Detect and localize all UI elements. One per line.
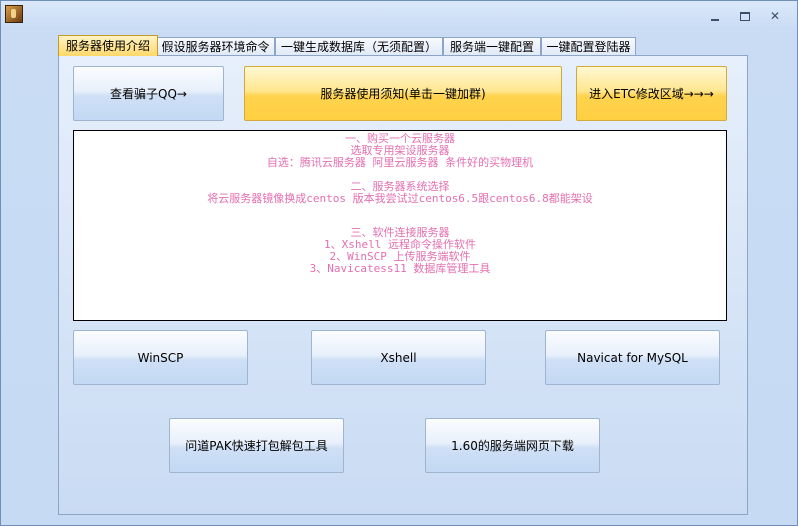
app-window: ✕ 服务器使用介绍 假设服务器环境命令 一键生成数据库（无须配置） 服务端一键配…: [0, 0, 798, 526]
tab-launcher-config[interactable]: 一键配置登陆器: [541, 37, 636, 56]
close-button[interactable]: ✕: [763, 7, 787, 25]
pak-tool-button[interactable]: 问道PAK快速打包解包工具: [169, 418, 344, 473]
server-download-button[interactable]: 1.60的服务端网页下载: [425, 418, 600, 473]
tab-server-intro[interactable]: 服务器使用介绍: [58, 35, 158, 56]
xshell-button[interactable]: Xshell: [311, 330, 486, 385]
app-icon: [5, 5, 23, 23]
notice-section3-line3: 3、Navicatess11 数据库管理工具: [309, 262, 491, 275]
tab-server-config[interactable]: 服务端一键配置: [443, 37, 541, 56]
minimize-button[interactable]: [703, 7, 727, 25]
navicat-button[interactable]: Navicat for MySQL: [545, 330, 720, 385]
scammer-qq-button[interactable]: 查看骗子QQ→: [73, 66, 224, 121]
server-notice-button[interactable]: 服务器使用须知(单击一键加群): [244, 66, 562, 121]
notice-section1-line2: 自选：腾讯云服务器 阿里云服务器 条件好的买物理机: [266, 156, 534, 169]
etc-edit-button[interactable]: 进入ETC修改区域→→→: [576, 66, 727, 121]
notice-text-area: 一、购买一个云服务器 选取专用架设服务器 自选：腾讯云服务器 阿里云服务器 条件…: [73, 130, 727, 321]
close-icon: ✕: [769, 9, 781, 23]
maximize-icon: [740, 12, 750, 21]
tab-generate-database[interactable]: 一键生成数据库（无须配置）: [275, 37, 443, 56]
notice-section2-line1: 将云服务器镜像换成centos 版本我尝试过centos6.5跟centos6.…: [207, 192, 593, 205]
minimize-icon: [711, 18, 719, 21]
winscp-button[interactable]: WinSCP: [73, 330, 248, 385]
tab-env-commands[interactable]: 假设服务器环境命令: [156, 37, 275, 56]
maximize-button[interactable]: [733, 7, 757, 25]
